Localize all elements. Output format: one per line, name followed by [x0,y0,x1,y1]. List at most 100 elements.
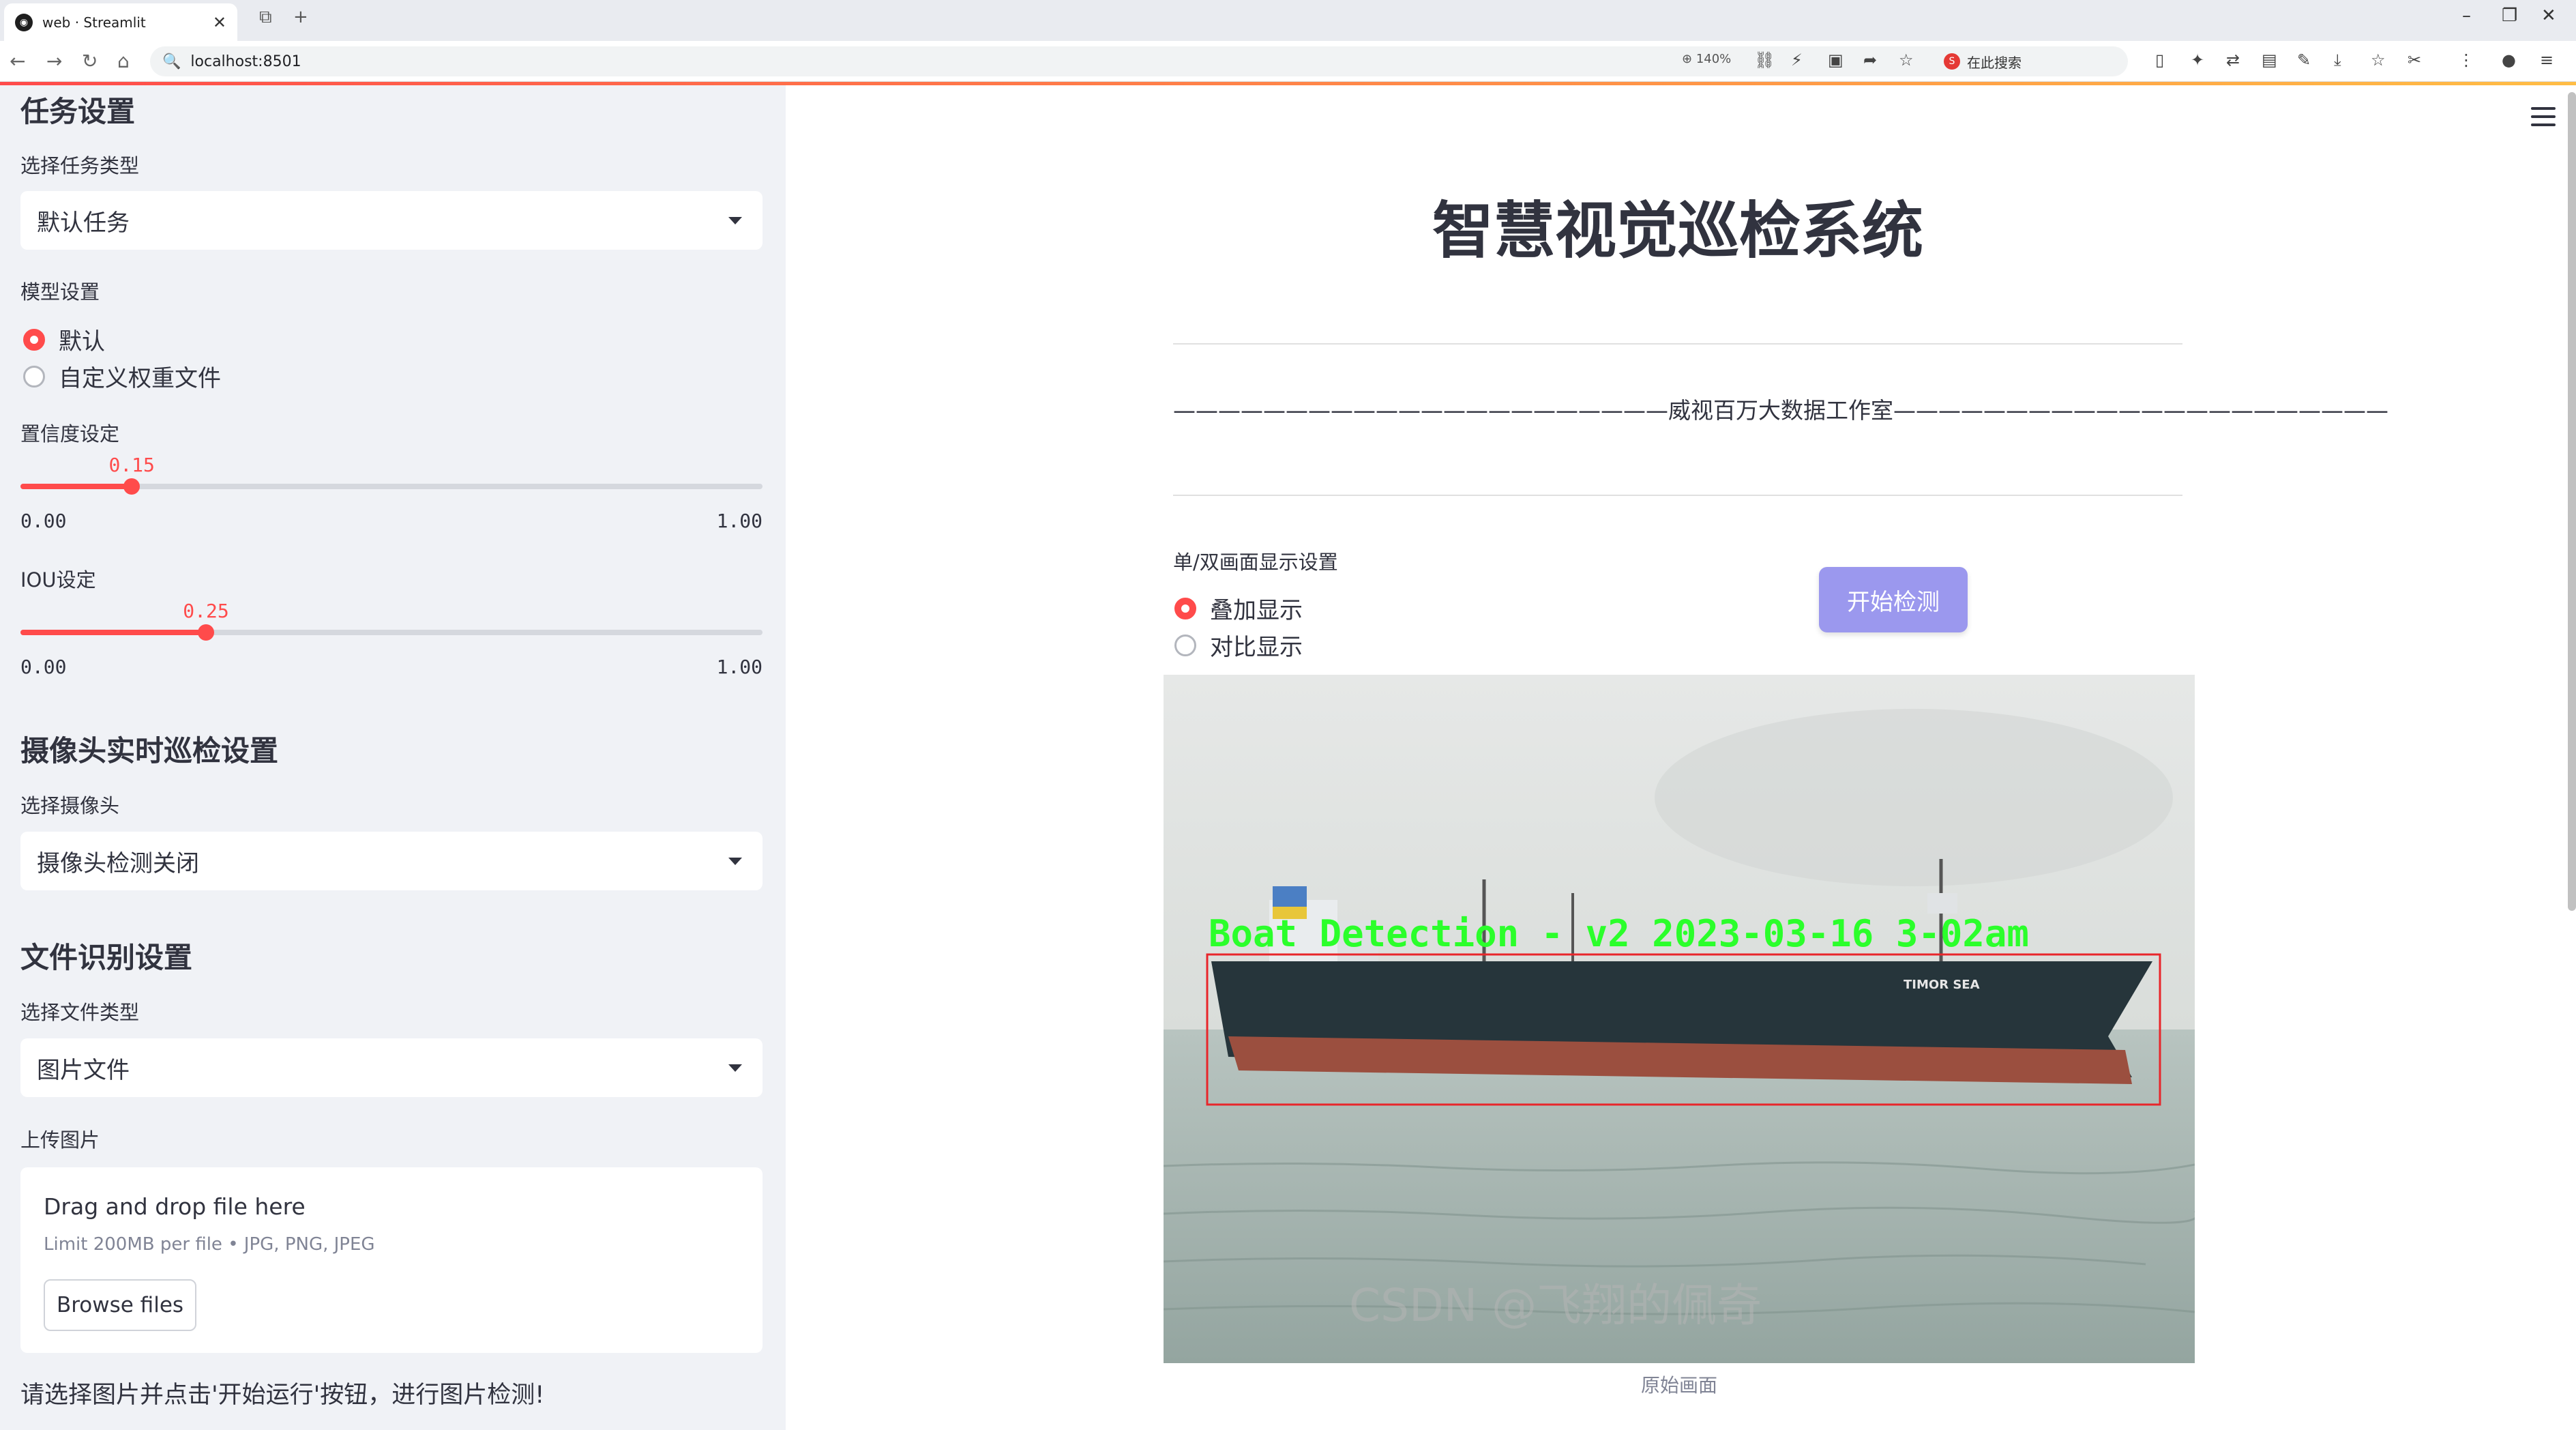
model-option-label: 自定义权重文件 [59,365,221,392]
chevron-down-icon [728,857,742,865]
screenshot-icon[interactable]: ▣ [1828,50,1844,70]
restore-icon[interactable]: ❐ [2502,5,2517,26]
radio-selected-icon [23,328,45,351]
slider-thumb[interactable] [123,478,140,495]
slider-max: 1.00 [716,656,763,678]
window-close-icon[interactable]: ✕ [2541,5,2556,26]
tab-title: web · Streamlit [42,14,146,31]
model-radio-default[interactable]: 默认 [23,323,105,356]
chevron-down-icon [728,1064,742,1072]
iou-label: IOU设定 [20,568,96,592]
studio-subtitle: ——————————————————————威视百万大数据工作室————————… [1173,397,2388,424]
slider-fill [20,484,132,489]
zoom-level[interactable]: ⊕ 140% [1682,52,1731,66]
ship-name-text: TIMOR SEA [1904,978,1980,992]
display-radio-overlay[interactable]: 叠加显示 [1174,592,1303,625]
task-type-label: 选择任务类型 [20,154,140,177]
search-placeholder: 在此搜索 [1967,54,2022,71]
scissors-icon[interactable]: ✂ [2408,50,2421,70]
slider-max: 1.00 [716,510,763,532]
model-option-label: 默认 [59,328,105,355]
camera-value: 摄像头检测关闭 [37,849,199,877]
hamburger-menu-icon[interactable] [2531,107,2556,126]
search-engine-icon: S [1944,53,1960,70]
extension-ai-icon[interactable]: ✦ [2191,50,2204,70]
reload-icon[interactable]: ↻ [82,50,98,72]
extension-note-icon[interactable]: ✎ [2297,50,2311,70]
extension-translate-icon[interactable]: ⇄ [2226,50,2240,70]
translate-icon[interactable]: ⛓ [1754,50,1775,70]
slider-fill [20,630,206,635]
scrollbar[interactable] [2568,92,2576,911]
detection-result-image: TIMOR SEA Boat Detection - v2 2023-03-16… [1164,675,2195,1363]
display-option-label: 叠加显示 [1210,597,1303,624]
slider-current-value: 0.15 [108,454,155,476]
back-icon[interactable]: ← [10,50,25,72]
slider-min: 0.00 [20,510,67,532]
browser-tab[interactable]: ◉ web · Streamlit ✕ [4,3,237,41]
model-radio-custom[interactable]: 自定义权重文件 [23,360,221,393]
tab-groups-icon[interactable]: ⧉ [259,7,272,28]
task-type-value: 默认任务 [37,209,130,237]
streamlit-favicon-icon: ◉ [15,13,33,31]
site-info-icon[interactable]: 🔍 [162,53,181,70]
forward-icon[interactable]: → [46,50,62,72]
display-radio-compare[interactable]: 对比显示 [1174,628,1303,662]
task-section-title: 任务设置 [20,95,136,128]
slider-min: 0.00 [20,656,67,678]
browser-address-bar: ← → ↻ ⌂ 🔍 localhost:8501 ⊕ 140% ⛓ ⚡ ▣ ➦ … [0,41,2576,82]
slider-current-value: 0.25 [183,600,229,622]
file-uploader-dropzone[interactable]: Drag and drop file here Limit 200MB per … [20,1167,763,1353]
file-section-title: 文件识别设置 [20,941,193,974]
csdn-watermark: CSDN @飞翔的佩奇 [1349,1279,1762,1332]
conf-label: 置信度设定 [20,422,120,446]
page-title: 智慧视觉巡检系统 [1432,195,1923,267]
home-icon[interactable]: ⌂ [117,50,130,72]
divider [1173,495,2182,496]
camera-select[interactable]: 摄像头检测关闭 [20,832,763,890]
upload-label: 上传图片 [20,1128,100,1152]
tab-close-icon[interactable]: ✕ [213,13,226,32]
favorites-icon[interactable]: ☆ [2371,50,2386,70]
radio-unselected-icon [1174,634,1196,656]
model-label: 模型设置 [20,280,100,304]
camera-label: 选择摄像头 [20,794,120,817]
chevron-down-icon [728,216,742,224]
slider-thumb[interactable] [198,624,214,641]
display-mode-label: 单/双画面显示设置 [1173,551,1338,574]
image-caption: 原始画面 [1640,1374,1717,1397]
profile-avatar-icon[interactable]: ● [2502,50,2516,70]
extension-panel-icon[interactable]: ▤ [2262,50,2277,70]
file-type-label: 选择文件类型 [20,1001,140,1024]
browser-tab-bar: ◉ web · Streamlit ✕ ⧉ + – ❐ ✕ [0,0,2576,41]
browse-files-button[interactable]: Browse files [44,1279,196,1331]
task-type-select[interactable]: 默认任务 [20,191,763,250]
url-text: localhost:8501 [190,53,301,70]
start-detection-button[interactable]: 开始检测 [1819,567,1968,632]
divider [1173,343,2182,345]
file-type-value: 图片文件 [37,1056,130,1084]
new-tab-icon[interactable]: + [293,7,308,27]
haze [1655,709,2173,886]
conf-slider[interactable]: 0.15 0.00 1.00 [20,454,763,532]
lightning-icon[interactable]: ⚡ [1791,50,1803,70]
detection-label-text: Boat Detection - v2 2023-03-16 3-02am [1209,912,2029,955]
sidebar: 任务设置 选择任务类型 默认任务 模型设置 默认 自定义权重文件 置信度设定 0… [0,85,786,1430]
minimize-icon[interactable]: – [2462,5,2471,26]
download-icon[interactable]: ⤓ [2334,50,2341,70]
main-content: 智慧视觉巡检系统 ——————————————————————威视百万大数据工作… [786,85,2576,1430]
file-type-select[interactable]: 图片文件 [20,1038,763,1097]
radio-unselected-icon [23,365,45,388]
share-icon[interactable]: ➦ [1863,50,1877,70]
iou-slider[interactable]: 0.25 0.00 1.00 [20,600,763,678]
camera-section-title: 摄像头实时巡检设置 [20,734,279,768]
browser-menu-icon[interactable]: ≡ [2540,50,2553,70]
bookmark-star-icon[interactable]: ☆ [1899,50,1914,70]
phone-icon[interactable]: ▯ [2155,50,2164,70]
upload-limit-text: Limit 200MB per file • JPG, PNG, JPEG [44,1234,375,1255]
more-menu-icon[interactable]: ⋮ [2458,50,2474,70]
sidebar-instruction: 请选择图片并点击'开始运行'按钮，进行图片检测! [20,1382,545,1409]
zoom-value: 140% [1696,52,1732,66]
browser-search-box[interactable]: S 在此搜索 [1937,48,2142,75]
ship-scene: TIMOR SEA Boat Detection - v2 2023-03-16… [1164,675,2195,1363]
